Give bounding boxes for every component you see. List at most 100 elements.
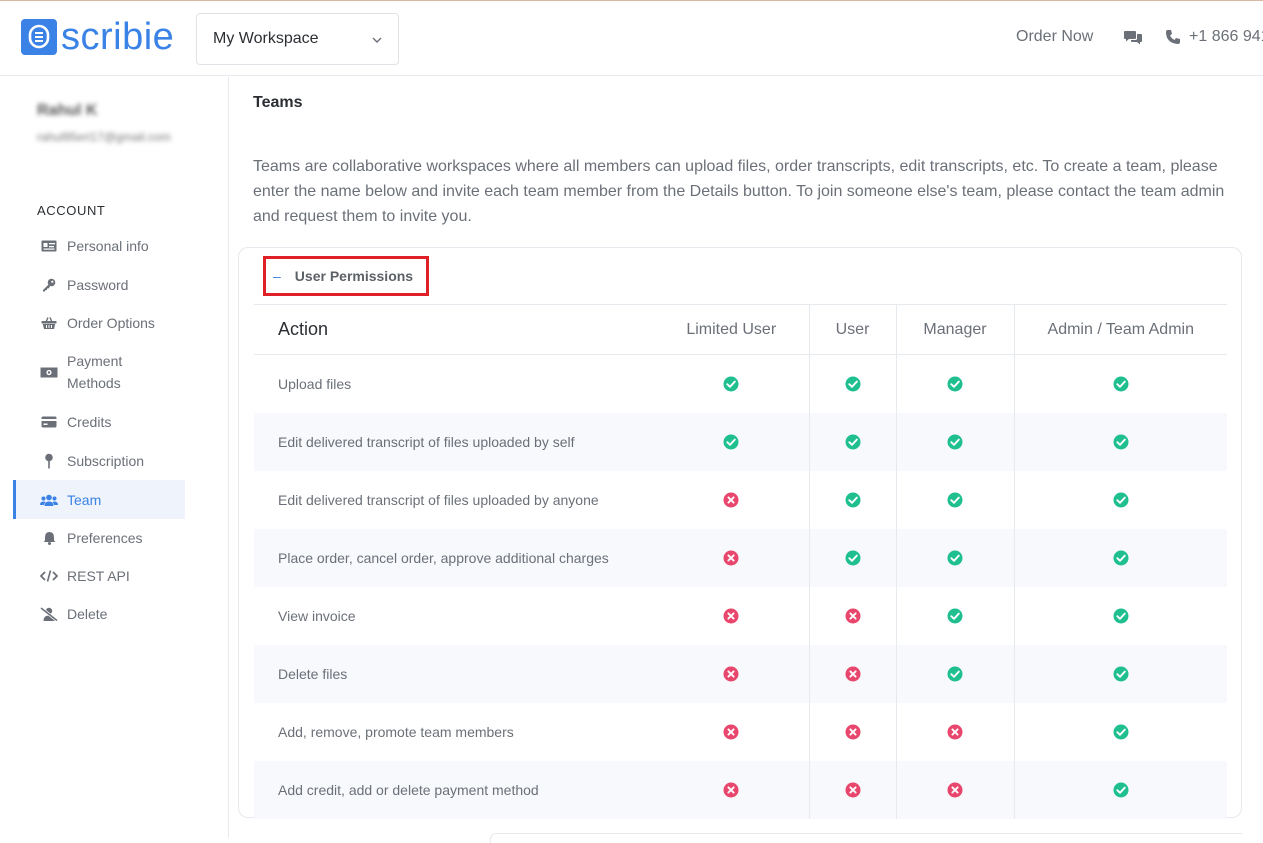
column-header-manager: Manager [895,304,1014,355]
phone-icon [1166,30,1180,44]
permissions-table: Action Limited User User Manager Admin /… [254,304,1227,819]
times-circle-icon [845,724,861,740]
user-slash-icon [39,607,59,621]
chat-icon[interactable] [1123,29,1143,50]
permission-cell-admin [1013,528,1227,587]
scribie-logo[interactable]: scribie [21,18,174,56]
check-circle-icon [1113,376,1129,392]
workspace-select[interactable]: My Workspace [196,13,399,65]
sidebar-item-rest-api[interactable]: REST API [13,557,185,595]
check-circle-icon [1113,492,1129,508]
basket-icon [39,316,59,330]
check-circle-icon [1113,666,1129,682]
permission-cell-manager [895,412,1014,471]
logo-text: scribie [61,16,175,58]
phone-link[interactable]: +1 866 941 [1165,28,1263,46]
action-cell: Edit delivered transcript of files uploa… [278,491,599,508]
sidebar-item-label: Payment Methods [67,353,123,391]
user-permissions-toggle[interactable]: – User Permissions [263,256,429,296]
sidebar-item-personal-info[interactable]: Personal info [13,226,185,265]
users-icon [39,494,59,506]
next-card-edge [490,833,1242,843]
permission-cell-limited-user [654,528,809,587]
check-circle-icon [845,550,861,566]
permission-cell-limited-user [654,355,809,413]
action-cell: Add, remove, promote team members [278,723,514,740]
times-circle-icon [723,608,739,624]
check-circle-icon [1113,724,1129,740]
times-circle-icon [723,550,739,566]
table-row: Add credit, add or delete payment method [254,760,1227,819]
permission-cell-manager [895,702,1014,761]
permission-cell-limited-user [654,412,809,471]
permission-cell-limited-user [654,587,809,645]
permission-cell-limited-user [654,703,809,761]
permission-cell-user [808,760,896,819]
key-icon [39,278,59,292]
permission-cell-limited-user [654,471,809,529]
times-circle-icon [723,782,739,798]
main-content: Teams Teams are collaborative workspaces… [230,77,1263,843]
action-cell: View invoice [278,607,356,624]
sidebar-item-delete[interactable]: Delete [13,595,185,633]
permission-cell-user [808,528,896,587]
permission-cell-user [808,354,896,413]
permission-cell-admin [1013,586,1227,645]
times-circle-icon [723,666,739,682]
sidebar-item-subscription[interactable]: Subscription [13,441,185,480]
sidebar-item-preferences[interactable]: Preferences [13,519,185,557]
teams-description: Teams are collaborative workspaces where… [253,158,1225,225]
table-row: Add, remove, promote team members [254,702,1227,761]
permission-cell-manager [895,354,1014,413]
table-row: Edit delivered transcript of files uploa… [254,412,1227,471]
table-row: View invoice [254,586,1227,645]
money-icon [39,367,59,378]
account-sidebar: Rahul K rahul95eri17@gmail.com ACCOUNT P… [0,77,229,838]
action-cell: Add credit, add or delete payment method [254,760,654,819]
action-cell: Delete files [254,644,654,703]
top-header: scribie My Workspace Order Now +1 866 94… [0,1,1263,76]
code-icon [39,570,59,582]
sidebar-item-order-options[interactable]: Order Options [13,304,185,342]
action-cell: Upload files [278,375,352,392]
user-name: Rahul K [37,102,98,119]
sidebar-item-label: Credits [67,413,112,430]
sidebar-item-team[interactable]: Team [13,480,185,519]
account-section-label: ACCOUNT [37,203,106,218]
workspace-select-value: My Workspace [213,30,319,47]
sidebar-item-password[interactable]: Password [13,265,185,304]
times-circle-icon [845,608,861,624]
permission-cell-limited-user [654,644,809,703]
table-row: Delete files [254,644,1227,703]
order-now-link[interactable]: Order Now [1016,28,1093,46]
check-circle-icon [1113,608,1129,624]
permission-cell-admin [1013,470,1227,529]
page-title: Teams [253,94,303,111]
logo-mark-icon [21,19,57,55]
phone-number: +1 866 941 [1189,28,1263,45]
sidebar-item-label: REST API [67,568,130,584]
permission-cell-user [808,586,896,645]
sidebar-item-credits[interactable]: Credits [13,402,185,441]
check-circle-icon [723,376,739,392]
sidebar-item-label: Subscription [67,452,145,469]
times-circle-icon [723,724,739,740]
check-circle-icon [947,492,963,508]
permission-cell-manager [895,470,1014,529]
sidebar-item-payment-methods[interactable]: Payment Methods [13,342,185,402]
table-row: Edit delivered transcript of files uploa… [254,470,1227,529]
check-circle-icon [947,608,963,624]
permission-cell-admin [1013,644,1227,703]
times-circle-icon [947,724,963,740]
check-circle-icon [1113,782,1129,798]
check-circle-icon [845,492,861,508]
table-header-row: Action Limited User User Manager Admin /… [254,304,1227,355]
column-header-admin: Admin / Team Admin [1013,304,1227,355]
check-circle-icon [947,550,963,566]
permission-cell-manager [895,644,1014,703]
column-header-action: Action [254,304,654,355]
sidebar-item-label: Order Options [67,315,155,331]
permission-cell-limited-user [654,760,809,819]
permissions-card: – User Permissions Action Limited User U… [238,247,1242,819]
permission-cell-admin [1013,760,1227,819]
